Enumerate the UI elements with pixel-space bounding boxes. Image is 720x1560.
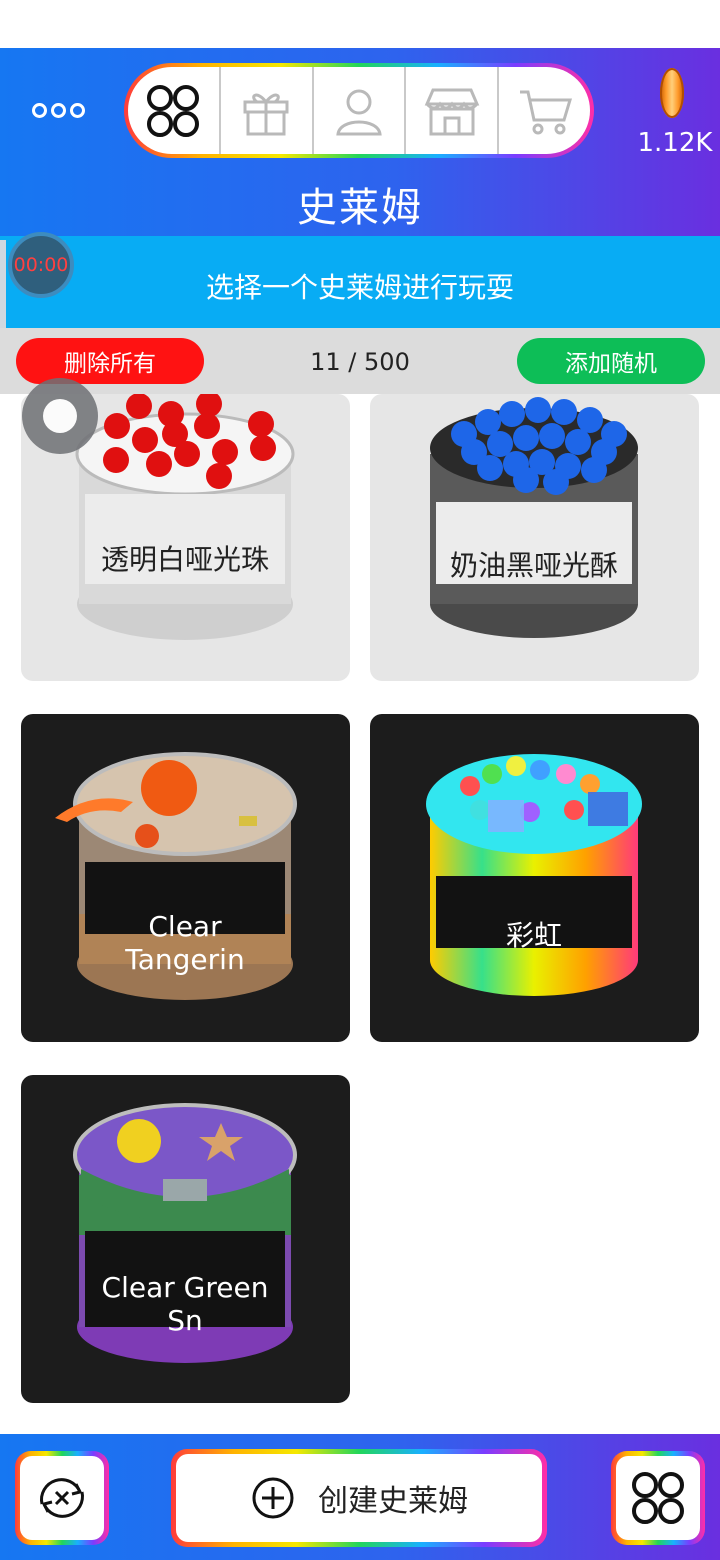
top-tab-bar <box>124 63 594 158</box>
status-bar <box>0 0 720 48</box>
slime-card[interactable]: 奶油黑哑光酥 <box>370 394 699 681</box>
collection-button[interactable] <box>611 1451 705 1545</box>
dot-icon <box>32 102 47 118</box>
coin-icon <box>660 68 684 118</box>
timer-badge[interactable]: 00:00 <box>8 232 74 298</box>
slime-jar-tangerine <box>55 752 297 1000</box>
shop-icon <box>424 88 480 135</box>
tab-gift[interactable] <box>218 67 312 154</box>
delete-all-button[interactable]: 删除所有 <box>16 338 204 384</box>
grid-icon <box>632 1472 684 1524</box>
slime-label: Clear Tangerin <box>125 910 245 976</box>
slime-card[interactable]: Clear Tangerin <box>21 714 350 1042</box>
plus-circle-icon <box>252 1477 294 1519</box>
slime-card[interactable]: 彩虹 <box>370 714 699 1042</box>
slime-card[interactable]: Clear Green Sn <box>21 1075 350 1403</box>
add-random-button[interactable]: 添加随机 <box>517 338 705 384</box>
instruction-text: 选择一个史莱姆进行玩耍 <box>205 271 514 304</box>
gift-icon <box>243 93 289 135</box>
grid-icon <box>147 84 200 137</box>
slime-label: 奶油黑哑光酥 <box>449 549 618 582</box>
slime-label: 透明白哑光珠 <box>100 543 269 576</box>
tab-slimes[interactable] <box>128 67 219 154</box>
slime-jar-green-purple <box>73 1103 297 1363</box>
user-icon <box>336 89 382 135</box>
cart-icon <box>519 90 572 134</box>
tab-profile[interactable] <box>311 67 405 154</box>
dot-icon <box>70 102 85 118</box>
circle-icon <box>43 399 77 433</box>
create-slime-button[interactable]: 创建史莱姆 <box>171 1449 547 1547</box>
tab-cart[interactable] <box>497 67 590 154</box>
dot-icon <box>51 102 66 118</box>
create-slime-label: 创建史莱姆 <box>318 1484 468 1519</box>
slime-label: 彩虹 <box>505 919 562 952</box>
swap-button[interactable] <box>15 1451 109 1545</box>
floating-assist-button[interactable] <box>22 378 98 454</box>
slime-label: Clear Green Sn <box>101 1271 269 1337</box>
slime-count: 11 / 500 <box>310 348 410 376</box>
coin-count: 1.12K <box>637 128 713 158</box>
page-title: 史莱姆 <box>297 185 423 231</box>
slime-jar-black-blue-beads <box>430 397 638 638</box>
swap-icon <box>40 1478 84 1518</box>
slime-jar-rainbow <box>426 754 642 996</box>
tab-shop[interactable] <box>404 67 497 154</box>
more-menu-button[interactable] <box>32 96 96 124</box>
